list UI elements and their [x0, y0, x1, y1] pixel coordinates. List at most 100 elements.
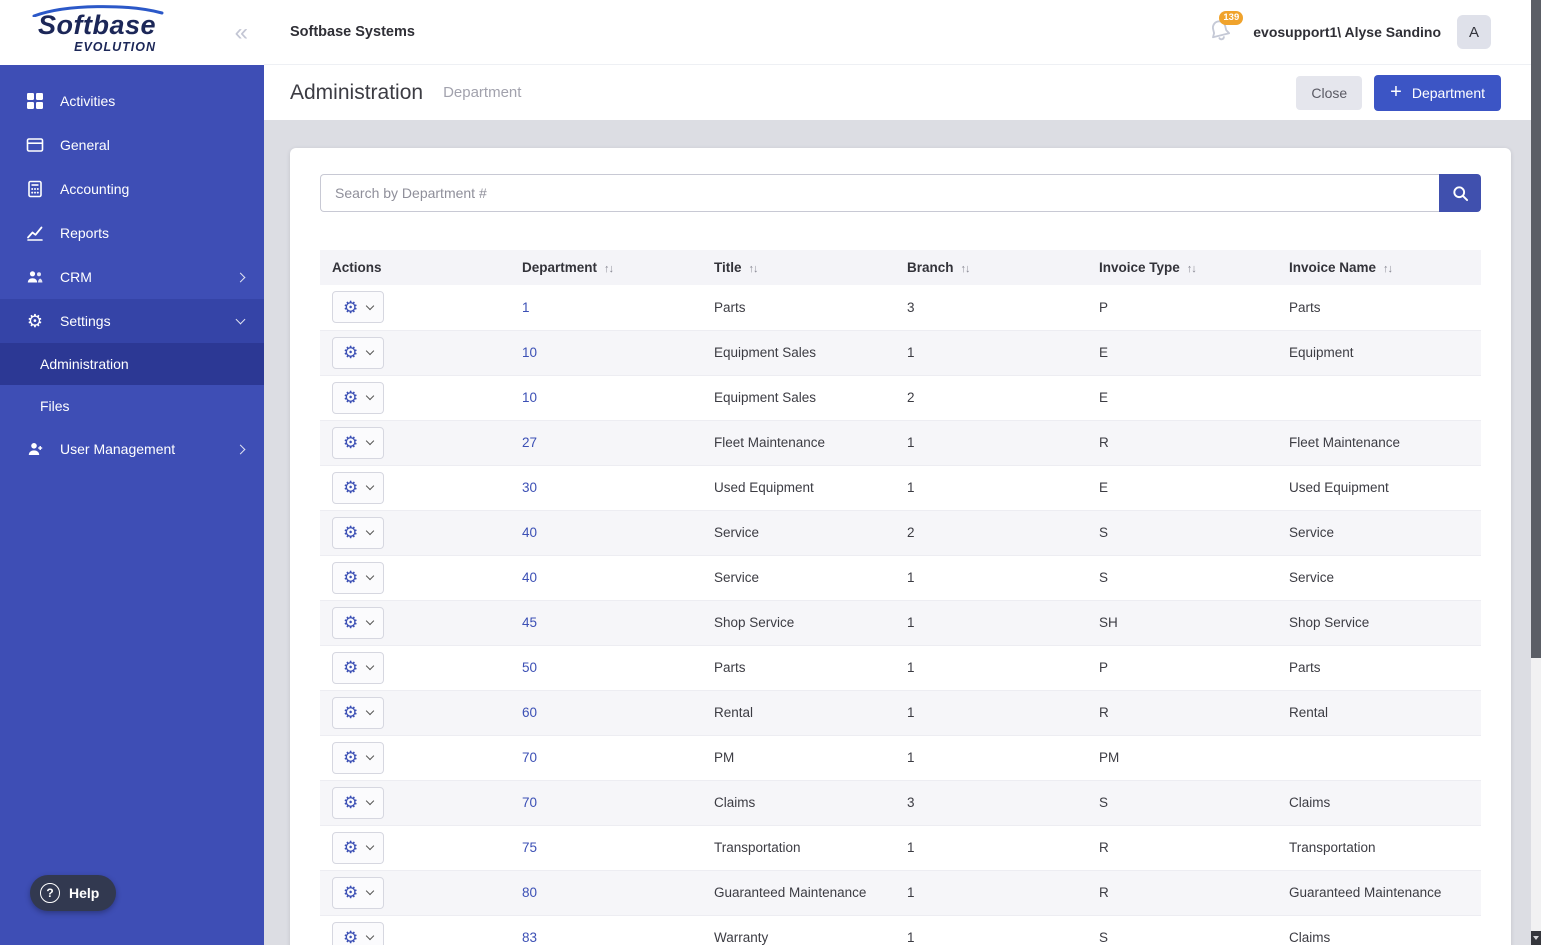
department-link[interactable]: 10 — [522, 390, 537, 405]
sidebar-item-label: Files — [40, 398, 70, 414]
search-input[interactable] — [320, 174, 1439, 212]
invoice-type-cell: R — [1087, 420, 1277, 466]
row-actions-button[interactable]: ⚙ — [332, 381, 385, 414]
sidebar-item-accounting[interactable]: Accounting — [0, 167, 264, 211]
sidebar-item-files[interactable]: Files — [0, 385, 264, 427]
content-area: Actions Department↑↓ Title↑↓ Branch↑↓ In… — [264, 120, 1541, 945]
search-button[interactable] — [1439, 174, 1481, 212]
department-link[interactable]: 75 — [522, 840, 537, 855]
actions-cell: ⚙ — [320, 600, 510, 646]
invoice-type-cell: S — [1087, 915, 1277, 945]
department-link[interactable]: 80 — [522, 885, 537, 900]
sidebar-item-crm[interactable]: CRM — [0, 255, 264, 299]
actions-cell: ⚙ — [320, 645, 510, 691]
title-cell: Equipment Sales — [702, 330, 895, 376]
row-actions-button[interactable]: ⚙ — [332, 516, 385, 549]
sidebar-item-label: Activities — [60, 93, 116, 109]
row-actions-button[interactable]: ⚙ — [332, 606, 385, 639]
notifications-button[interactable]: 139 — [1207, 11, 1244, 46]
sort-icon: ↑↓ — [604, 263, 614, 275]
department-link[interactable]: 10 — [522, 345, 537, 360]
department-link[interactable]: 70 — [522, 795, 537, 810]
department-link[interactable]: 40 — [522, 570, 537, 585]
close-button[interactable]: Close — [1296, 75, 1363, 110]
department-link[interactable]: 83 — [522, 930, 537, 945]
scrollbar-thumb[interactable] — [1531, 0, 1541, 658]
department-cell: 70 — [510, 780, 702, 826]
invoice-type-cell: S — [1087, 780, 1277, 826]
row-actions-button[interactable]: ⚙ — [332, 291, 385, 324]
column-header-title[interactable]: Title ↑↓ — [702, 250, 895, 285]
branch-cell: 1 — [895, 555, 1087, 601]
actions-cell: ⚙ — [320, 825, 510, 871]
department-link[interactable]: 50 — [522, 660, 537, 675]
logo-text-evolution: EVOLUTION — [74, 39, 157, 54]
sidebar-item-administration[interactable]: Administration — [0, 343, 264, 385]
sidebar-collapse-icon[interactable]: « — [235, 20, 248, 45]
gear-icon: ⚙ — [343, 883, 359, 902]
title-cell: Rental — [702, 690, 895, 736]
logo-area: Softbase EVOLUTION « — [0, 0, 264, 65]
sidebar-item-reports[interactable]: Reports — [0, 211, 264, 255]
title-cell: Used Equipment — [702, 465, 895, 511]
row-actions-button[interactable]: ⚙ — [332, 921, 385, 945]
branch-cell: 3 — [895, 285, 1087, 331]
branch-cell: 1 — [895, 735, 1087, 781]
department-link[interactable]: 40 — [522, 525, 537, 540]
table-row: ⚙ 80 Guaranteed Maintenance 1 R Guarante… — [320, 870, 1481, 916]
column-header-invoice-type[interactable]: Invoice Type ↑↓ — [1087, 250, 1277, 285]
inbox-icon — [26, 136, 44, 154]
sort-icon: ↑↓ — [1383, 263, 1393, 275]
actions-cell: ⚙ — [320, 870, 510, 916]
department-link[interactable]: 70 — [522, 750, 537, 765]
column-header-department[interactable]: Department ↑↓ — [510, 250, 702, 285]
triangle-down-icon — [1533, 936, 1539, 940]
user-icon — [26, 440, 44, 458]
branch-cell: 1 — [895, 465, 1087, 511]
department-link[interactable]: 1 — [522, 300, 530, 315]
sidebar-item-settings[interactable]: ⚙ Settings — [0, 299, 264, 343]
department-link[interactable]: 30 — [522, 480, 537, 495]
column-header-invoice-name[interactable]: Invoice Name ↑↓ — [1277, 250, 1481, 285]
sidebar-item-user-management[interactable]: User Management — [0, 427, 264, 471]
help-button[interactable]: ? Help — [30, 875, 117, 911]
row-actions-button[interactable]: ⚙ — [332, 561, 385, 594]
department-cell: 30 — [510, 465, 702, 511]
add-department-button[interactable]: + Department — [1374, 74, 1501, 111]
chevron-down-icon — [366, 616, 375, 626]
row-actions-button[interactable]: ⚙ — [332, 696, 385, 729]
table-row: ⚙ 10 Equipment Sales 2 E — [320, 375, 1481, 421]
department-link[interactable]: 27 — [522, 435, 537, 450]
invoice-name-cell: Service — [1277, 510, 1481, 556]
row-actions-button[interactable]: ⚙ — [332, 786, 385, 819]
row-actions-button[interactable]: ⚙ — [332, 651, 385, 684]
row-actions-button[interactable]: ⚙ — [332, 831, 385, 864]
department-cell: 45 — [510, 600, 702, 646]
sidebar-item-activities[interactable]: Activities — [0, 79, 264, 123]
invoice-name-cell: Parts — [1277, 645, 1481, 691]
row-actions-button[interactable]: ⚙ — [332, 741, 385, 774]
department-link[interactable]: 60 — [522, 705, 537, 720]
table-row: ⚙ 40 Service 1 S Service — [320, 555, 1481, 601]
chevron-right-icon — [235, 272, 246, 282]
avatar[interactable]: A — [1457, 15, 1491, 49]
scrollbar-down-button[interactable] — [1531, 931, 1541, 945]
row-actions-button[interactable]: ⚙ — [332, 426, 385, 459]
sidebar-item-label: Accounting — [60, 181, 130, 197]
department-cell: 83 — [510, 915, 702, 945]
title-cell: Transportation — [702, 825, 895, 871]
department-link[interactable]: 45 — [522, 615, 537, 630]
column-header-branch[interactable]: Branch ↑↓ — [895, 250, 1087, 285]
chevron-down-icon — [366, 751, 375, 761]
search-row — [320, 174, 1481, 212]
sidebar-item-label: Administration — [40, 356, 129, 372]
row-actions-button[interactable]: ⚙ — [332, 336, 385, 369]
row-actions-button[interactable]: ⚙ — [332, 471, 385, 504]
actions-cell: ⚙ — [320, 375, 510, 421]
topbar-right: 139 evosupport1\ Alyse Sandino A — [1207, 11, 1491, 49]
row-actions-button[interactable]: ⚙ — [332, 876, 385, 909]
gear-icon: ⚙ — [343, 838, 359, 857]
title-cell: Shop Service — [702, 600, 895, 646]
sidebar-item-general[interactable]: General — [0, 123, 264, 167]
chevron-down-icon — [366, 931, 375, 941]
